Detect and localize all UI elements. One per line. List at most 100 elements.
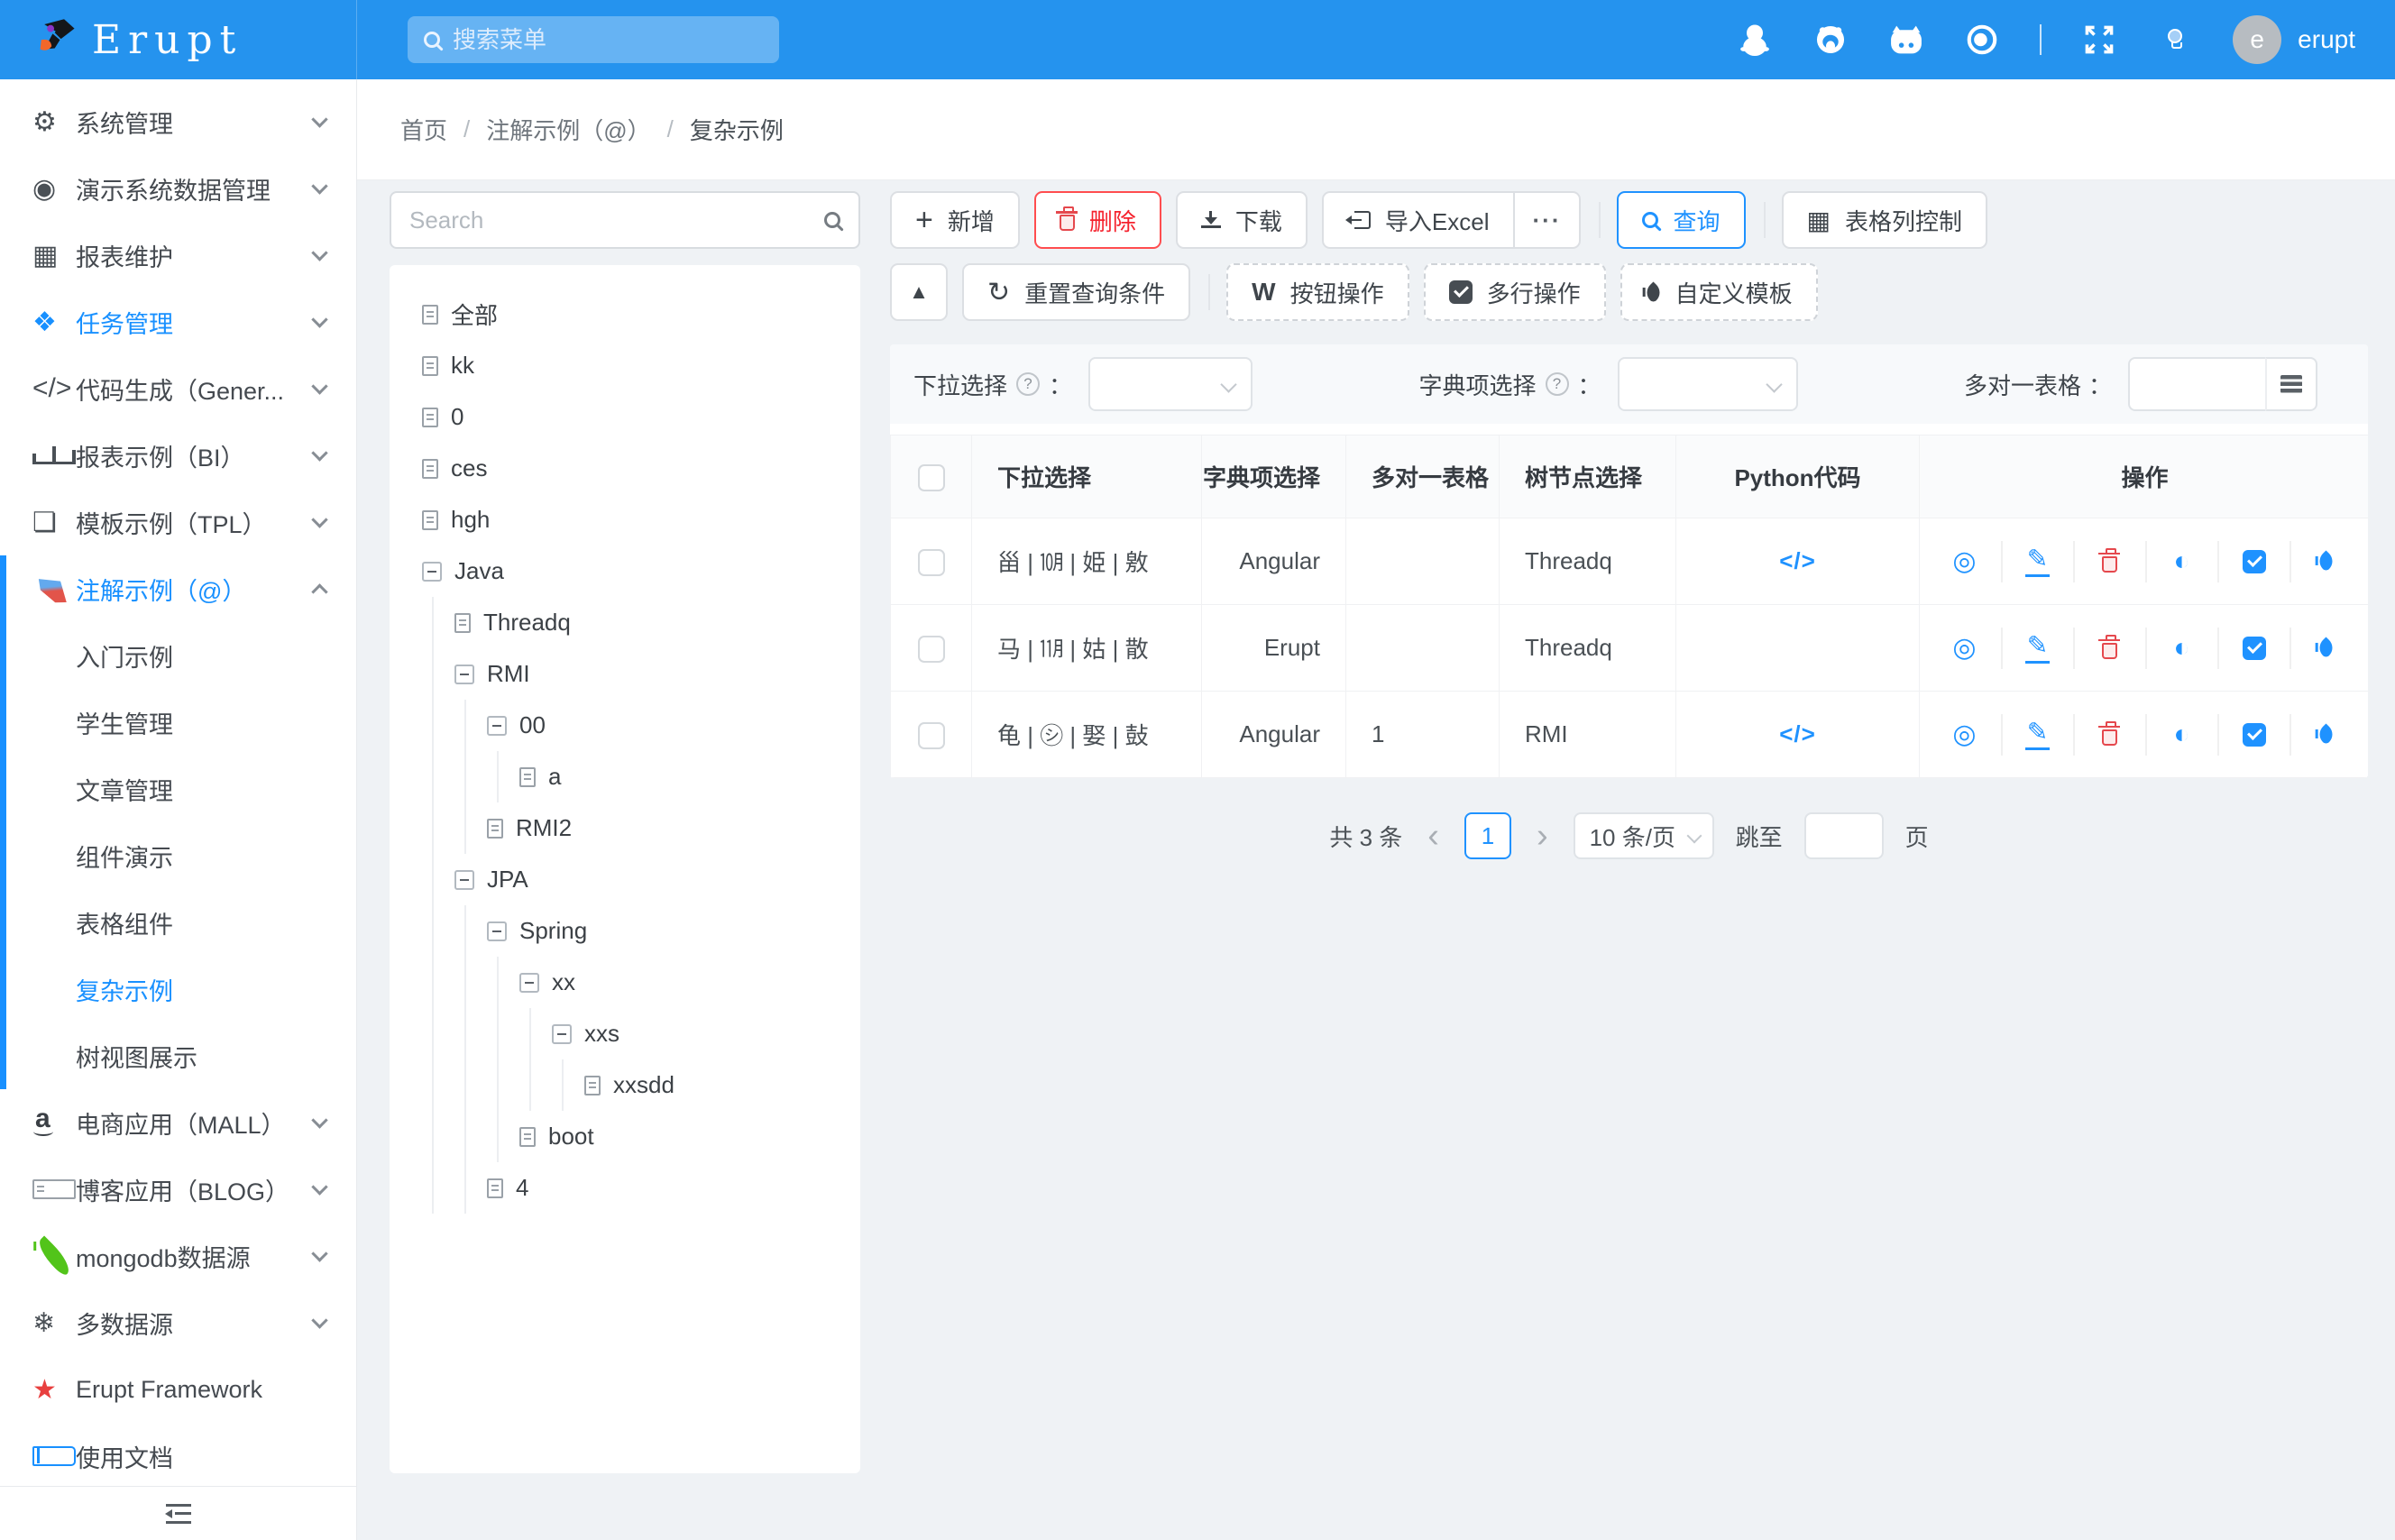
page-1-button[interactable]: 1: [1464, 812, 1511, 859]
tree-node-全部[interactable]: 全部: [422, 289, 860, 340]
branch-button[interactable]: [2289, 541, 2362, 582]
delete-button[interactable]: 删除: [1034, 191, 1161, 249]
sidebar-item-使用文档[interactable]: 使用文档: [0, 1423, 356, 1486]
page-size-select[interactable]: 10 条/页: [1574, 812, 1714, 859]
download-button[interactable]: 下载: [1176, 191, 1308, 249]
sidebar-subitem-树视图展示[interactable]: 树视图展示: [0, 1022, 356, 1089]
next-page-button[interactable]: ›: [1533, 819, 1552, 853]
reset-query-button[interactable]: ↻重置查询条件: [962, 263, 1190, 321]
edit-button[interactable]: ✎: [2001, 541, 2073, 582]
sidebar-item-注解示例（@）[interactable]: 注解示例（@）: [0, 555, 356, 622]
tree-node-ces[interactable]: ces: [422, 443, 860, 494]
code-icon[interactable]: </>: [1779, 547, 1816, 574]
tree-node-xx[interactable]: xx: [519, 957, 860, 1008]
tree-node-a[interactable]: a: [519, 751, 860, 802]
tree-node-Java[interactable]: Java: [422, 545, 860, 597]
qq-icon[interactable]: [1737, 22, 1773, 58]
many-to-one-input[interactable]: [2128, 357, 2265, 411]
sidebar-item-报表示例（BI）[interactable]: 报表示例（BI）: [0, 422, 356, 489]
sidebar-subitem-学生管理[interactable]: 学生管理: [0, 689, 356, 756]
sidebar-item-Erupt Framework[interactable]: ★Erupt Framework: [0, 1356, 356, 1423]
row-checkbox[interactable]: [918, 636, 945, 663]
sidebar-subitem-入门示例[interactable]: 入门示例: [0, 622, 356, 689]
tree-node-0[interactable]: 0: [422, 391, 860, 443]
dict-filter-select[interactable]: [1618, 357, 1798, 411]
breadcrumb-home[interactable]: 首页: [400, 113, 447, 146]
tree-node-RMI[interactable]: RMI: [454, 648, 860, 700]
many-to-one-picker-button[interactable]: [2265, 357, 2317, 411]
prev-page-button[interactable]: ‹: [1424, 819, 1443, 853]
menu-search-input[interactable]: [453, 26, 763, 54]
tree-node-4[interactable]: 4: [487, 1162, 860, 1214]
check-button[interactable]: [2217, 714, 2289, 756]
edit-button[interactable]: ✎: [2001, 714, 2073, 756]
tree-node-00[interactable]: 00: [487, 700, 860, 751]
tree-node-xxsdd[interactable]: xxsdd: [584, 1059, 860, 1111]
check-button[interactable]: [2217, 541, 2289, 582]
collapse-box-icon[interactable]: [454, 870, 474, 890]
sidebar-item-多数据源[interactable]: ❄多数据源: [0, 1289, 356, 1356]
sidebar-item-系统管理[interactable]: ⚙系统管理: [0, 88, 356, 155]
add-button[interactable]: +新增: [890, 191, 1020, 249]
tree-node-hgh[interactable]: hgh: [422, 494, 860, 545]
view-button[interactable]: ◎: [1929, 541, 2001, 582]
sidebar-item-电商应用（MALL）[interactable]: 电商应用（MALL）: [0, 1089, 356, 1156]
sidebar-subitem-表格组件[interactable]: 表格组件: [0, 889, 356, 956]
view-button[interactable]: ◎: [1929, 628, 2001, 669]
collapse-box-icon[interactable]: [519, 973, 539, 993]
table-column-control-button[interactable]: ▦表格列控制: [1782, 191, 1987, 249]
branch-button[interactable]: [2289, 714, 2362, 756]
jump-page-input[interactable]: [1804, 812, 1884, 859]
more-button[interactable]: ···: [1515, 191, 1582, 249]
collapse-box-icon[interactable]: [487, 716, 507, 736]
button-operation-button[interactable]: W按钮操作: [1226, 263, 1409, 321]
collapse-toolbar-button[interactable]: ▲: [890, 263, 948, 321]
collapse-box-icon[interactable]: [552, 1024, 572, 1044]
sidebar-item-博客应用（BLOG）[interactable]: 博客应用（BLOG）: [0, 1156, 356, 1223]
delete-button[interactable]: [2073, 628, 2145, 669]
sidebar-item-演示系统数据管理[interactable]: ◉演示系统数据管理: [0, 155, 356, 222]
github-icon[interactable]: [1812, 22, 1849, 58]
app-logo[interactable]: Erupt: [0, 0, 357, 79]
row-checkbox[interactable]: [918, 722, 945, 749]
query-button[interactable]: 查询: [1617, 191, 1745, 249]
menu-search[interactable]: [408, 16, 779, 63]
collapse-box-icon[interactable]: [487, 921, 507, 941]
sidebar-item-任务管理[interactable]: ❖任务管理: [0, 289, 356, 355]
tree-search-input[interactable]: [409, 206, 824, 234]
tree-node-boot[interactable]: boot: [519, 1111, 860, 1162]
tree-node-xxs[interactable]: xxs: [552, 1008, 860, 1059]
multi-row-operation-button[interactable]: 多行操作: [1424, 263, 1606, 321]
edit-button[interactable]: ✎: [2001, 628, 2073, 669]
tree-node-Spring[interactable]: Spring: [487, 905, 860, 957]
sidebar-item-代码生成（Gener...[interactable]: </>代码生成（Gener...: [0, 355, 356, 422]
branch-button[interactable]: [2289, 628, 2362, 669]
tree-search[interactable]: [390, 191, 860, 249]
delete-button[interactable]: [2073, 714, 2145, 756]
tree-node-JPA[interactable]: JPA: [454, 854, 860, 905]
sidebar-item-报表维护[interactable]: ▦报表维护: [0, 222, 356, 289]
sidebar-item-mongodb数据源[interactable]: mongodb数据源: [0, 1223, 356, 1289]
tree-node-RMI2[interactable]: RMI2: [487, 802, 860, 854]
avatar[interactable]: e: [2233, 15, 2281, 64]
dropdown-filter-select[interactable]: [1088, 357, 1253, 411]
help-icon[interactable]: ?: [1546, 372, 1569, 396]
sidebar-subitem-文章管理[interactable]: 文章管理: [0, 756, 356, 822]
check-button[interactable]: [2217, 628, 2289, 669]
help-icon[interactable]: ?: [1016, 372, 1040, 396]
sidebar-subitem-复杂示例[interactable]: 复杂示例: [0, 956, 356, 1022]
view-button[interactable]: ◎: [1929, 714, 2001, 756]
select-all-checkbox[interactable]: [918, 464, 945, 491]
tree-node-Threadq[interactable]: Threadq: [454, 597, 860, 648]
toggle-button[interactable]: ◐: [2145, 541, 2217, 582]
row-checkbox[interactable]: [918, 549, 945, 576]
toggle-button[interactable]: ◐: [2145, 714, 2217, 756]
code-icon[interactable]: </>: [1779, 720, 1816, 747]
import-excel-button[interactable]: 导入Excel: [1322, 191, 1515, 249]
tree-node-kk[interactable]: kk: [422, 340, 860, 391]
delete-button[interactable]: [2073, 541, 2145, 582]
toggle-button[interactable]: ◐: [2145, 628, 2217, 669]
collapse-sidebar-button[interactable]: [0, 1486, 356, 1540]
breadcrumb-section[interactable]: 注解示例（@）: [486, 113, 650, 146]
spiral-circle-icon[interactable]: [1964, 22, 2000, 58]
